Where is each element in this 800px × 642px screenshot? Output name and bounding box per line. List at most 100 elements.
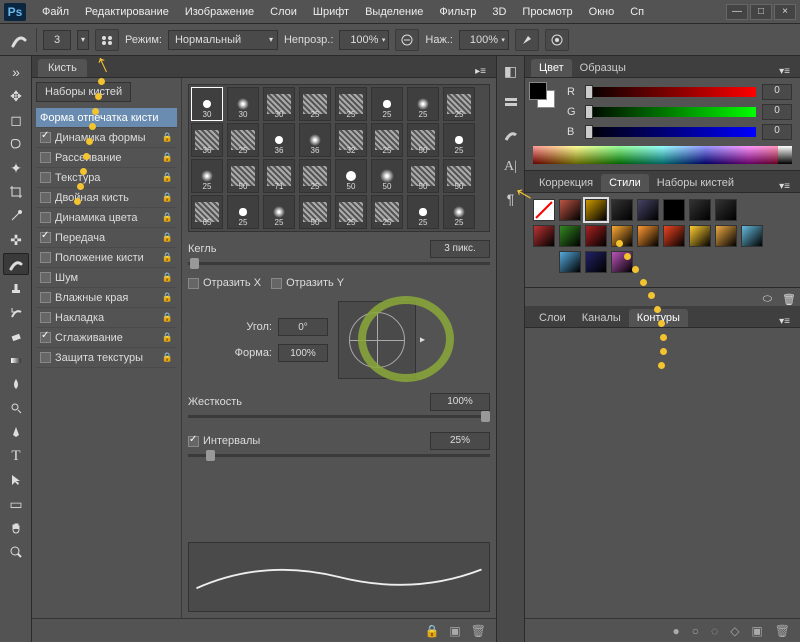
brush-tip-cell[interactable]: 25 (443, 195, 475, 229)
path-to-selection-icon[interactable]: ◌ (711, 624, 718, 638)
menu-edit[interactable]: Редактирование (77, 6, 177, 18)
menu-window[interactable]: Окно (581, 6, 623, 18)
window-minimize-button[interactable]: — (726, 4, 748, 20)
brush-tip-cell[interactable]: 25 (371, 123, 403, 157)
strip-history-icon[interactable] (500, 94, 522, 112)
trash-icon[interactable]: 🗑 (471, 624, 486, 638)
style-swatch[interactable] (611, 199, 633, 221)
brush-tip-cell[interactable]: 25 (263, 195, 295, 229)
healing-tool[interactable]: ✜ (3, 229, 29, 251)
menu-help[interactable]: Сп (622, 6, 652, 18)
brush-tab[interactable]: Кисть (38, 59, 87, 77)
style-swatch[interactable] (559, 199, 581, 221)
brush-presets-tab[interactable]: Наборы кистей (649, 174, 742, 192)
styles-tab[interactable]: Стили (601, 174, 649, 192)
brush-tip-cell[interactable]: 25 (443, 87, 475, 121)
brush-tip-cell[interactable]: 65 (191, 195, 223, 229)
style-swatch[interactable] (715, 199, 737, 221)
brush-tip-cell[interactable]: 30 (263, 87, 295, 121)
dodge-tool[interactable] (3, 397, 29, 419)
style-swatch[interactable] (715, 225, 737, 247)
window-maximize-button[interactable]: □ (750, 4, 772, 20)
wand-tool[interactable]: ✦ (3, 157, 29, 179)
style-swatch[interactable] (663, 225, 685, 247)
brush-setting-row[interactable]: Динамика формы🔒 (36, 128, 177, 148)
brush-size-dropdown[interactable]: ▾ (77, 30, 89, 50)
airbrush-button[interactable] (515, 29, 539, 51)
trash-icon[interactable]: 🗑 (782, 293, 796, 306)
collapse-arrows-icon[interactable]: » (3, 61, 29, 83)
style-swatch[interactable] (637, 199, 659, 221)
delete-path-icon[interactable]: 🗑 (775, 624, 790, 638)
opacity-field[interactable]: 100% (339, 30, 389, 50)
brush-tip-cell[interactable]: 295 (227, 231, 259, 232)
link-icon[interactable]: ⬭ (763, 293, 772, 306)
brush-tip-cell[interactable]: 25 (407, 195, 439, 229)
menu-select[interactable]: Выделение (357, 6, 431, 18)
brush-tip-grid[interactable]: 3030302525252525362536363225502525507125… (188, 84, 490, 232)
style-swatch[interactable] (559, 225, 581, 247)
hardness-slider[interactable] (188, 415, 490, 418)
brush-tip-cell[interactable]: 25 (227, 195, 259, 229)
brush-setting-row[interactable]: Шум🔒 (36, 268, 177, 288)
panel-menu-icon[interactable]: ▸≡ (471, 66, 490, 77)
brush-tip-cell[interactable]: 30 (191, 87, 223, 121)
style-swatch[interactable] (689, 199, 711, 221)
brush-tip-cell[interactable]: 71 (263, 159, 295, 193)
brush-tip-cell[interactable]: 25 (227, 123, 259, 157)
brush-tip-cell[interactable]: 491 (191, 231, 223, 232)
menu-type[interactable]: Шрифт (305, 6, 357, 18)
pen-tool[interactable] (3, 421, 29, 443)
brush-tip-cell[interactable]: 25 (371, 195, 403, 229)
menu-layers[interactable]: Слои (262, 6, 305, 18)
brush-setting-row[interactable]: Передача🔒 (36, 228, 177, 248)
hand-tool[interactable] (3, 517, 29, 539)
brush-setting-row[interactable]: Накладка🔒 (36, 308, 177, 328)
crop-tool[interactable] (3, 181, 29, 203)
blend-mode-select[interactable]: Нормальный (168, 30, 278, 50)
style-swatch[interactable] (533, 225, 555, 247)
style-swatch[interactable] (585, 225, 607, 247)
brush-tip-cell[interactable]: 275 (407, 231, 439, 232)
g-field[interactable]: 0 (762, 104, 792, 120)
brush-tip-cell[interactable]: 36 (191, 123, 223, 157)
brush-tip-cell[interactable]: 95 (371, 231, 403, 232)
style-swatch[interactable] (689, 225, 711, 247)
style-swatch[interactable] (741, 225, 763, 247)
spacing-slider[interactable] (188, 454, 490, 457)
history-brush-tool[interactable] (3, 301, 29, 323)
lock-icon[interactable]: 🔒 (424, 624, 439, 638)
color-tab[interactable]: Цвет (531, 59, 572, 77)
brush-setting-row[interactable]: Влажные края🔒 (36, 288, 177, 308)
window-close-button[interactable]: × (774, 4, 796, 20)
new-path-icon[interactable]: ▣ (751, 624, 762, 638)
size-slider[interactable] (188, 262, 490, 265)
make-path-icon[interactable]: ◇ (730, 624, 739, 638)
b-field[interactable]: 0 (762, 124, 792, 140)
brush-tip-cell[interactable]: 25 (443, 123, 475, 157)
path-select-tool[interactable] (3, 469, 29, 491)
strip-paragraph-icon[interactable]: ¶ (500, 190, 522, 208)
color-spectrum[interactable] (533, 146, 792, 164)
hardness-field[interactable]: 100% (430, 393, 490, 411)
style-swatch[interactable] (663, 199, 685, 221)
brush-tip-cell[interactable]: 50 (335, 159, 367, 193)
marquee-tool[interactable]: ◻ (3, 109, 29, 131)
brush-tip-cell[interactable]: 50 (443, 159, 475, 193)
r-slider[interactable] (585, 87, 756, 97)
swatches-tab[interactable]: Образцы (572, 59, 634, 77)
gradient-tool[interactable] (3, 349, 29, 371)
brush-setting-row[interactable]: Динамика цвета🔒 (36, 208, 177, 228)
style-swatch[interactable] (533, 199, 555, 221)
brush-tip-cell[interactable]: 25 (335, 195, 367, 229)
menu-file[interactable]: Файл (34, 6, 77, 18)
r-field[interactable]: 0 (762, 84, 792, 100)
type-tool[interactable]: T (3, 445, 29, 467)
zoom-tool[interactable] (3, 541, 29, 563)
brush-size-field[interactable] (43, 30, 71, 50)
size-pressure-button[interactable] (545, 29, 569, 51)
menu-image[interactable]: Изображение (177, 6, 262, 18)
blur-tool[interactable] (3, 373, 29, 395)
brush-tool[interactable] (3, 253, 29, 275)
size-field[interactable]: 3 пикс. (430, 240, 490, 258)
